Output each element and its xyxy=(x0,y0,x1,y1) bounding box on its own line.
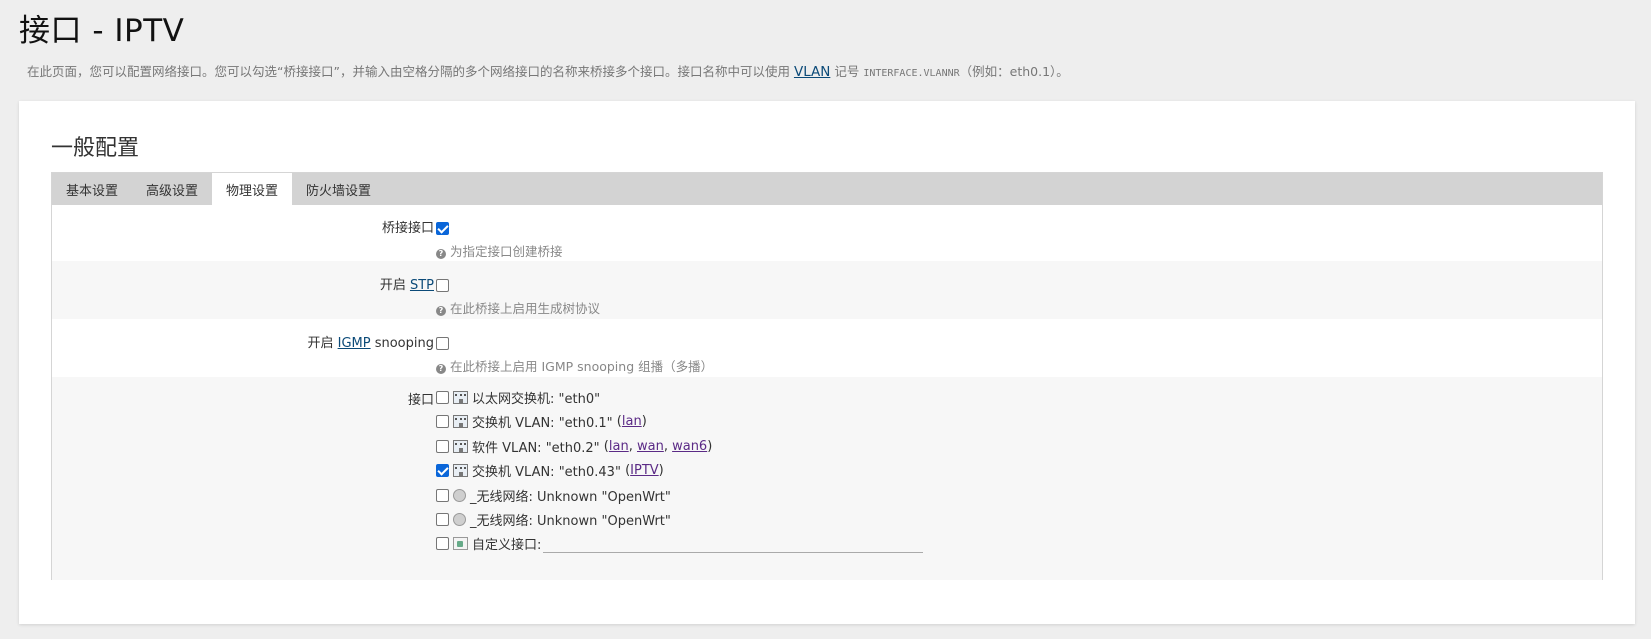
interface-item-wifi-2: _无线网络: Unknown "OpenWrt" xyxy=(436,510,671,529)
interface-text: 交换机 VLAN: "eth0.43" xyxy=(472,465,621,480)
custom-interface-label: 自定义接口: xyxy=(472,538,542,553)
interface-checkbox-wifi-1[interactable] xyxy=(436,489,449,502)
interface-checkbox-wifi-2[interactable] xyxy=(436,513,449,526)
igmp-help-text: 在此桥接上启用 IGMP snooping 组播（多播） xyxy=(450,359,714,374)
stp-help-text: 在此桥接上启用生成树协议 xyxy=(450,301,601,316)
interface-text: 软件 VLAN: "eth0.2" xyxy=(472,441,600,456)
igmp-link[interactable]: IGMP xyxy=(338,336,371,351)
interface-item-wifi-1: _无线网络: Unknown "OpenWrt" xyxy=(436,486,671,505)
desc-text: 在此页面，您可以配置网络接口。您可以勾选“桥接接口”，并输入由空格分隔的多个网络… xyxy=(27,64,790,79)
tab-bar: 基本设置 高级设置 物理设置 防火墙设置 xyxy=(52,173,1602,205)
ethernet-switch-icon xyxy=(453,415,468,428)
igmp-help: ? 在此桥接上启用 IGMP snooping 组播（多播） xyxy=(436,356,713,375)
interfaces-label: 接口 xyxy=(407,393,434,408)
interface-checkbox-eth0-43[interactable] xyxy=(436,464,449,477)
stp-help: ? 在此桥接上启用生成树协议 xyxy=(436,298,600,317)
interface-checkbox-eth0-1[interactable] xyxy=(436,415,449,428)
network-link-iptv[interactable]: IPTV xyxy=(630,463,659,478)
interface-text: _无线网络: Unknown "OpenWrt" xyxy=(470,490,671,505)
interface-item-eth0-1: 交换机 VLAN: "eth0.1" (lan) xyxy=(436,412,647,431)
ethernet-switch-icon xyxy=(453,464,468,477)
help-icon: ? xyxy=(436,249,446,259)
wifi-icon xyxy=(453,513,466,526)
interface-item-eth0-2: 软件 VLAN: "eth0.2" (lan, wan, wan6) xyxy=(436,437,712,456)
stp-label: 开启 STP xyxy=(380,274,434,293)
tab-basic-settings[interactable]: 基本设置 xyxy=(52,173,132,205)
row-igmp-snooping: 开启 IGMP snooping ? 在此桥接上启用 IGMP snooping … xyxy=(52,319,1602,377)
igmp-label-prefix: 开启 xyxy=(307,336,338,351)
custom-interface-icon xyxy=(453,537,468,550)
interface-item-eth0: 以太网交换机: "eth0" xyxy=(436,388,600,407)
network-link-lan[interactable]: lan xyxy=(609,439,629,454)
network-link-lan[interactable]: lan xyxy=(622,414,642,429)
igmp-label-suffix: snooping xyxy=(370,336,434,351)
interface-text: 以太网交换机: "eth0" xyxy=(472,392,601,407)
tab-container: 基本设置 高级设置 物理设置 防火墙设置 桥接接口 ? 为指定接口创建桥接 开启 … xyxy=(51,172,1603,580)
help-icon: ? xyxy=(436,306,446,316)
row-bridge-interfaces: 桥接接口 ? 为指定接口创建桥接 xyxy=(52,205,1602,261)
bridge-label: 桥接接口 xyxy=(381,221,434,236)
network-link-wan6[interactable]: wan6 xyxy=(672,439,707,454)
page-title: 接口 - IPTV xyxy=(19,13,185,49)
tab-physical-settings[interactable]: 物理设置 xyxy=(212,173,293,205)
desc-middle: 记号 xyxy=(830,64,864,79)
interface-checkbox-eth0[interactable] xyxy=(436,391,449,404)
interface-checkbox-eth0-2[interactable] xyxy=(436,440,449,453)
ethernet-switch-icon xyxy=(453,440,468,453)
vlan-link[interactable]: VLAN xyxy=(794,64,830,80)
igmp-checkbox[interactable] xyxy=(436,337,449,350)
bridge-checkbox[interactable] xyxy=(436,222,449,235)
page-description: 在此页面，您可以配置网络接口。您可以勾选“桥接接口”，并输入由空格分隔的多个网络… xyxy=(27,61,1069,80)
stp-label-prefix: 开启 xyxy=(379,278,410,293)
wifi-icon xyxy=(453,489,466,502)
tab-firewall-settings[interactable]: 防火墙设置 xyxy=(292,173,385,205)
network-link-wan[interactable]: wan xyxy=(637,439,664,454)
help-icon: ? xyxy=(436,364,446,374)
stp-checkbox[interactable] xyxy=(436,279,449,292)
igmp-label: 开启 IGMP snooping xyxy=(307,332,434,351)
desc-after: （例如：eth0.1）。 xyxy=(959,64,1069,79)
row-stp: 开启 STP ? 在此桥接上启用生成树协议 xyxy=(52,261,1602,319)
interface-checkbox-custom[interactable] xyxy=(436,537,449,550)
interface-text: _无线网络: Unknown "OpenWrt" xyxy=(470,514,671,529)
stp-link[interactable]: STP xyxy=(410,278,434,293)
interface-text: 交换机 VLAN: "eth0.1" xyxy=(472,416,613,431)
tab-advanced-settings[interactable]: 高级设置 xyxy=(132,173,212,205)
interface-item-custom: 自定义接口: xyxy=(436,534,924,553)
custom-interface-input[interactable] xyxy=(543,534,924,553)
bridge-help-text: 为指定接口创建桥接 xyxy=(450,244,563,259)
ethernet-switch-icon xyxy=(453,391,468,404)
interface-item-eth0-43: 交换机 VLAN: "eth0.43" (IPTV) xyxy=(436,461,664,480)
row-interfaces: 接口 以太网交换机: "eth0" 交换机 VLAN: "eth0.1" (la… xyxy=(52,377,1602,580)
general-config-card: 一般配置 基本设置 高级设置 物理设置 防火墙设置 桥接接口 ? 为指定接口创建桥… xyxy=(19,101,1635,624)
bridge-help: ? 为指定接口创建桥接 xyxy=(436,241,563,260)
section-title: 一般配置 xyxy=(51,136,140,161)
desc-code: INTERFACE.VLANNR xyxy=(863,68,960,79)
